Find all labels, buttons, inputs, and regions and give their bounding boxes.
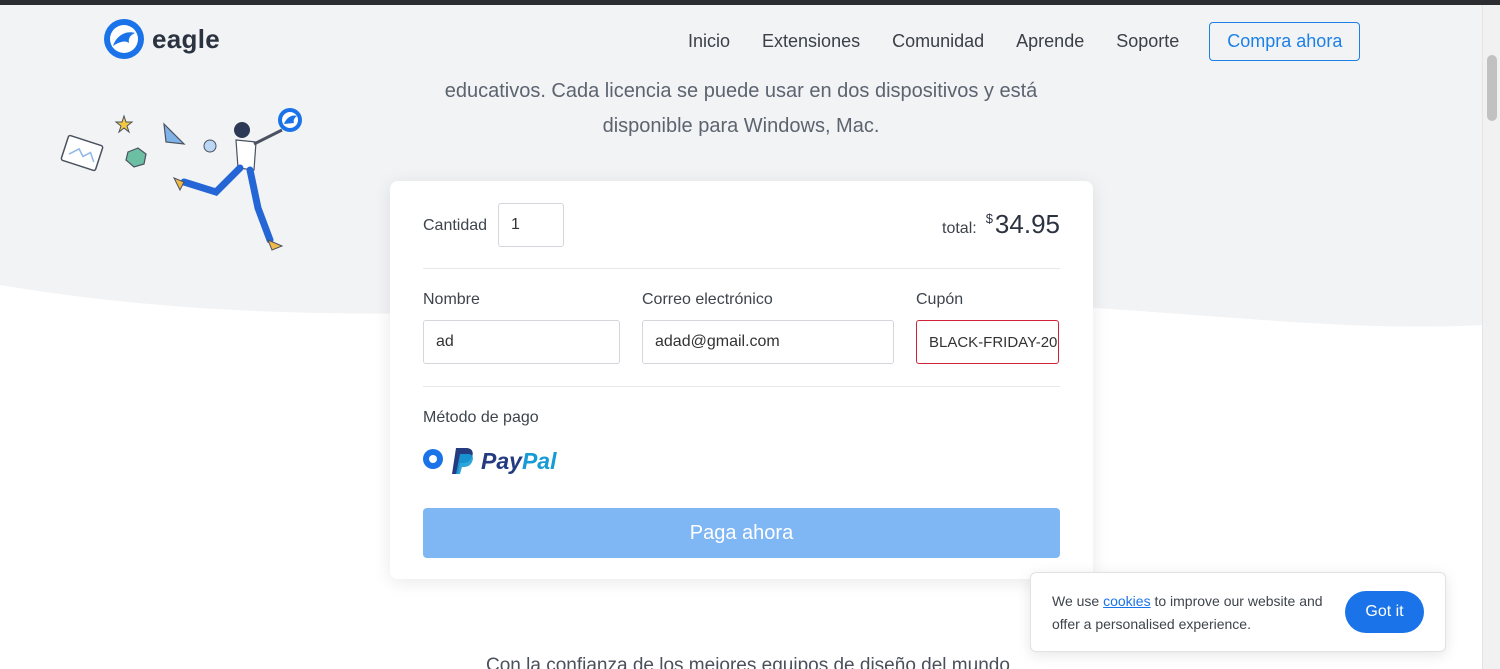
total-amount: 34.95 <box>994 209 1060 239</box>
trusted-by-heading: Con la confianza de los mejores equipos … <box>486 655 1010 669</box>
intro-text: educativos. Cada licencia se puede usar … <box>390 74 1092 144</box>
payment-method-label: Método de pago <box>423 409 539 426</box>
cookie-banner: We use cookies to improve our website an… <box>1030 572 1446 652</box>
nav-link-inicio[interactable]: Inicio <box>672 23 746 60</box>
scrollbar-thumb[interactable] <box>1487 55 1497 121</box>
nav-link-comunidad[interactable]: Comunidad <box>876 23 1000 60</box>
cookies-link[interactable]: cookies <box>1103 593 1150 609</box>
quantity-label: Cantidad <box>423 217 488 234</box>
hero-illustration <box>60 108 302 251</box>
order-total: total: $ 34.95 <box>942 209 1060 240</box>
page-scrollbar[interactable] <box>1482 5 1500 669</box>
currency-symbol: $ <box>985 211 993 226</box>
email-label: Correo electrónico <box>642 291 773 308</box>
intro-line-1: educativos. Cada licencia se puede usar … <box>444 80 1038 102</box>
accept-cookies-button[interactable]: Got it <box>1345 591 1424 633</box>
cookie-text-before: We use <box>1052 593 1104 609</box>
brand-name: eagle <box>152 23 220 54</box>
photo-card-icon <box>60 134 104 172</box>
buy-now-button[interactable]: Compra ahora <box>1209 22 1361 61</box>
total-label: total: <box>942 220 977 237</box>
nav-link-aprende[interactable]: Aprende <box>1000 23 1100 60</box>
cube-icon <box>125 147 147 168</box>
nav-link-soporte[interactable]: Soporte <box>1100 23 1195 60</box>
name-field[interactable] <box>423 320 620 364</box>
intro-line-2: disponible para Windows, Mac. <box>602 115 880 137</box>
checkout-card: Cantidad total: $ 34.95 Nombre Correo el… <box>390 181 1093 579</box>
paypal-word-pay: Pay <box>481 447 522 474</box>
paypal-word-pal: Pal <box>521 447 557 474</box>
divider-middle <box>423 386 1060 387</box>
cookie-message: We use cookies to improve our website an… <box>1052 590 1342 636</box>
bubble-icon <box>203 139 217 153</box>
running-person-figure <box>172 108 302 251</box>
paypal-radio[interactable] <box>423 449 443 469</box>
nav-link-extensiones[interactable]: Extensiones <box>746 23 876 60</box>
paypal-icon <box>452 448 473 474</box>
paypal-wordmark: PayPal <box>481 448 556 475</box>
pyramid-icon <box>163 122 186 145</box>
radio-selected-dot <box>429 455 437 463</box>
coupon-field[interactable] <box>916 320 1059 364</box>
email-field[interactable] <box>642 320 894 364</box>
brand-logo[interactable]: eagle <box>104 19 220 59</box>
main-nav: Inicio Extensiones Comunidad Aprende Sop… <box>672 22 1361 61</box>
name-label: Nombre <box>423 291 480 308</box>
eagle-logo-icon <box>104 19 144 59</box>
coupon-label: Cupón <box>916 291 964 308</box>
pay-now-button[interactable]: Paga ahora <box>423 508 1060 558</box>
paypal-option[interactable]: PayPal <box>451 447 556 475</box>
star-icon <box>114 114 134 134</box>
divider-top <box>423 268 1060 269</box>
quantity-row: Cantidad total: $ 34.95 <box>423 203 1060 247</box>
quantity-input[interactable] <box>498 203 564 247</box>
